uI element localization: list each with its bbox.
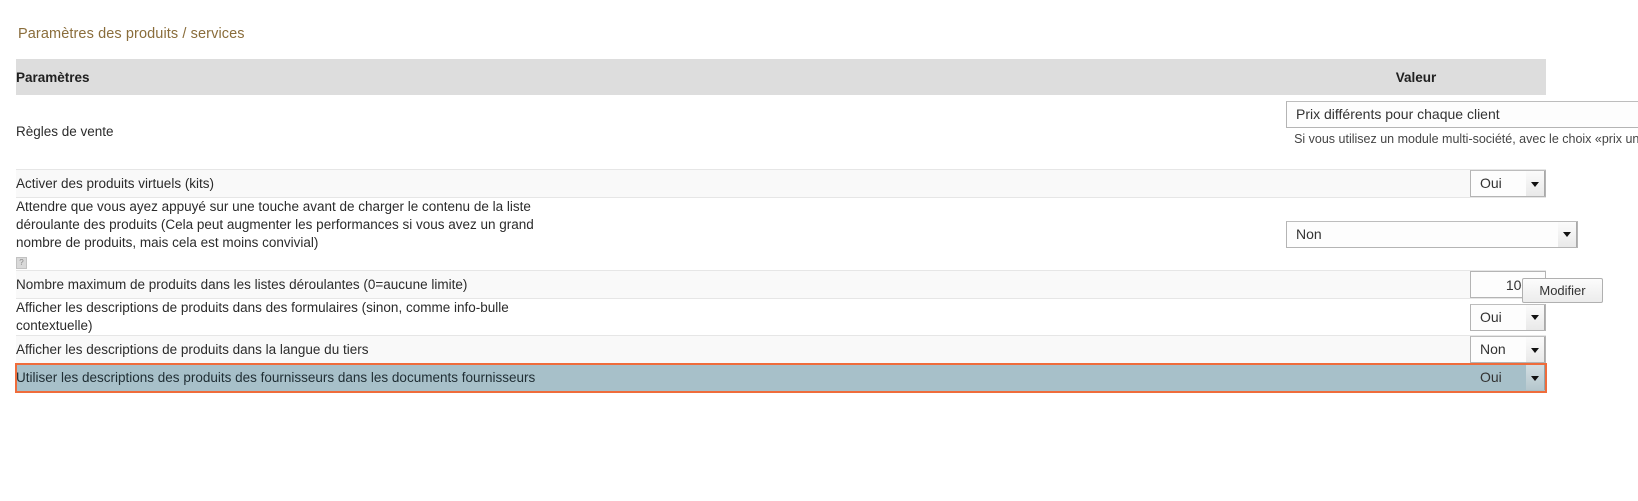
setting-label-descriptions-fournisseurs: Utiliser les descriptions des produits d…	[16, 369, 536, 385]
column-header-value: Valeur	[1395, 69, 1437, 85]
attendre-touche-select-value: Non	[1296, 225, 1322, 242]
setting-label-descriptions-langue-tiers: Afficher les descriptions de produits da…	[16, 341, 369, 357]
setting-label-produits-virtuels: Activer des produits virtuels (kits)	[16, 175, 215, 191]
chevron-down-icon[interactable]	[1526, 171, 1545, 196]
table-header-row: Paramètres Valeur	[16, 59, 1546, 95]
table-row: Nombre maximum de produits dans les list…	[16, 270, 1546, 299]
produits-virtuels-select[interactable]: Oui	[1470, 170, 1546, 197]
product-settings-table: Paramètres Valeur Règles de vente Prix d…	[15, 59, 1638, 393]
setting-value-cell: Oui	[1286, 299, 1546, 336]
chevron-down-icon[interactable]	[1558, 221, 1577, 247]
page-title: Paramètres des produits / services	[18, 26, 245, 42]
attendre-touche-select[interactable]: Non	[1286, 220, 1578, 248]
setting-label-attendre-touche: Attendre que vous ayez appuyé sur une to…	[16, 198, 1286, 271]
table-row: Activer des produits virtuels (kits) Oui	[16, 169, 1546, 198]
table-row-highlighted: Utiliser les descriptions des produits d…	[15, 362, 1547, 393]
settings-page: Paramètres des produits / services Param…	[0, 0, 1638, 501]
setting-value-cell: Oui	[1286, 364, 1546, 392]
regles-de-vente-hint: Si vous utilisez un module multi-société…	[1294, 132, 1638, 146]
setting-label-descriptions-formulaires: Afficher les descriptions de produits da…	[16, 299, 1286, 336]
setting-value-cell: Oui	[1286, 170, 1546, 198]
produits-virtuels-select-value: Oui	[1480, 175, 1502, 191]
descriptions-langue-tiers-select[interactable]: Non	[1470, 336, 1546, 363]
table-row: Règles de vente Prix différents pour cha…	[16, 95, 1638, 170]
regles-de-vente-select[interactable]: Prix différents pour chaque client	[1286, 101, 1638, 128]
setting-label-text: Attendre que vous ayez appuyé sur une to…	[16, 199, 534, 250]
help-icon[interactable]: ?	[16, 257, 27, 269]
descriptions-fournisseurs-select[interactable]: Oui	[1470, 364, 1546, 391]
descriptions-formulaires-select[interactable]: Oui	[1470, 303, 1546, 331]
table-row: Afficher les descriptions de produits da…	[16, 298, 1546, 336]
chevron-down-icon[interactable]	[1526, 337, 1545, 362]
chevron-down-icon[interactable]	[1526, 304, 1545, 330]
setting-label-nombre-maximum: Nombre maximum de produits dans les list…	[16, 276, 468, 292]
descriptions-langue-tiers-select-value: Non	[1480, 341, 1506, 357]
chevron-down-icon[interactable]	[1526, 365, 1545, 390]
table-row: Afficher les descriptions de produits da…	[16, 335, 1546, 364]
setting-value-cell	[1286, 271, 1546, 299]
setting-value-cell: Prix différents pour chaque client Si vo…	[1286, 95, 1638, 170]
column-header-parameter: Paramètres	[16, 69, 90, 85]
setting-label-text: Afficher les descriptions de produits da…	[16, 300, 509, 333]
setting-label-regles-de-vente: Règles de vente	[16, 124, 114, 139]
descriptions-fournisseurs-select-value: Oui	[1480, 369, 1502, 385]
table-row: Attendre que vous ayez appuyé sur une to…	[16, 197, 1578, 271]
modifier-button[interactable]: Modifier	[1522, 278, 1603, 303]
descriptions-formulaires-select-value: Oui	[1480, 308, 1502, 325]
regles-de-vente-select-value: Prix différents pour chaque client	[1296, 106, 1500, 122]
setting-value-cell: Non	[1286, 336, 1546, 364]
setting-value-cell: Non	[1286, 198, 1578, 271]
